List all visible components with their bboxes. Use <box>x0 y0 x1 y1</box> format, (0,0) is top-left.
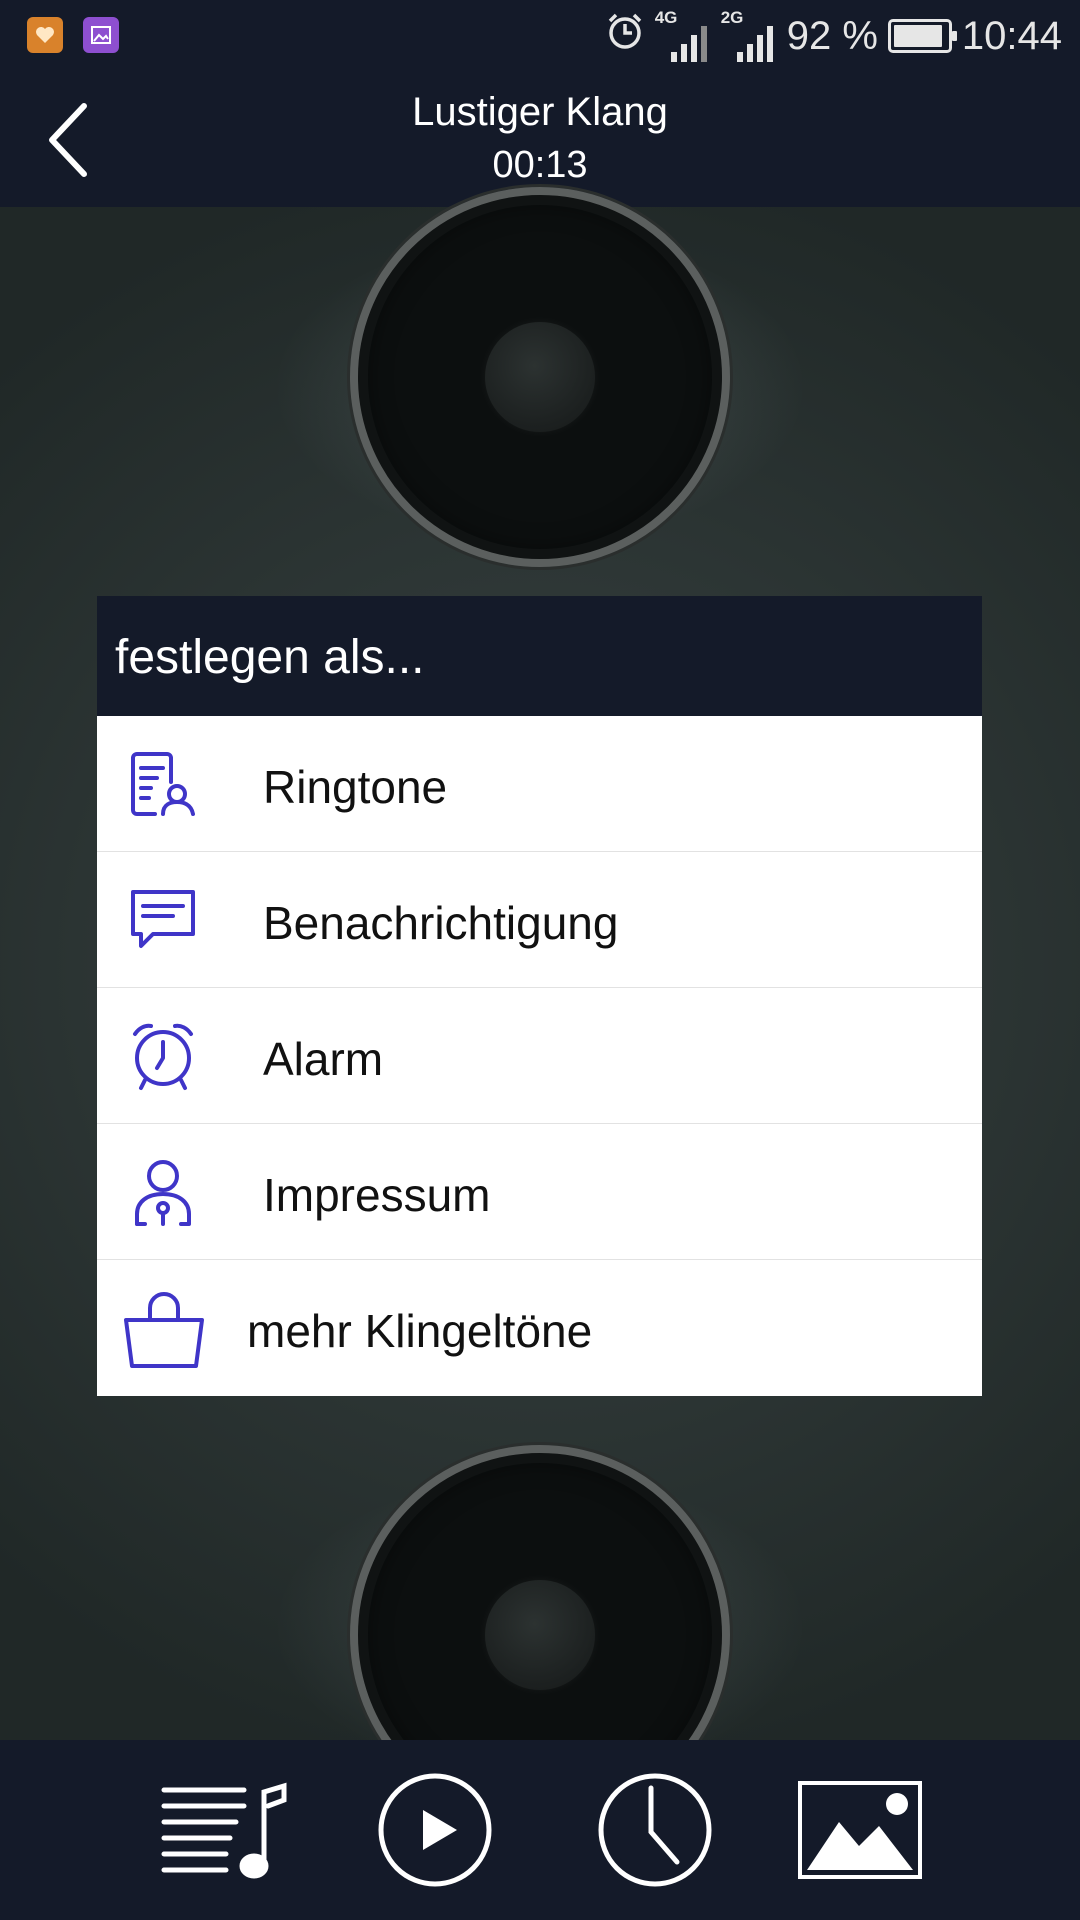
alarm-icon <box>605 11 645 61</box>
sound-duration: 00:13 <box>492 144 588 186</box>
clock: 10:44 <box>961 13 1062 58</box>
signal-2g-indicator: 2G <box>721 8 777 64</box>
bottom-toolbar <box>0 1740 1080 1920</box>
wallpaper-button[interactable] <box>795 1770 925 1890</box>
clock-icon <box>598 1773 712 1887</box>
image-icon <box>798 1781 922 1879</box>
option-alarm[interactable]: Alarm <box>97 988 982 1124</box>
option-label: Alarm <box>263 1033 384 1085</box>
battery-icon <box>887 19 957 53</box>
option-label: Impressum <box>263 1169 491 1221</box>
speaker-image-top <box>350 187 730 567</box>
battery-percent: 92 % <box>786 13 878 58</box>
message-icon <box>127 884 199 956</box>
option-label: Benachrichtigung <box>263 897 619 949</box>
contact-card-icon <box>127 748 199 820</box>
sound-title: Lustiger Klang <box>412 90 668 134</box>
person-icon <box>127 1156 199 1228</box>
gallery-app-icon <box>83 17 119 53</box>
option-more-ringtones[interactable]: mehr Klingeltöne <box>97 1260 982 1396</box>
option-label: Ringtone <box>263 761 448 813</box>
history-button[interactable] <box>590 1770 720 1890</box>
health-app-icon <box>27 17 63 53</box>
playlist-button[interactable] <box>160 1770 290 1890</box>
option-notification[interactable]: Benachrichtigung <box>97 852 982 988</box>
signal-icon <box>736 26 773 62</box>
playlist-icon <box>161 1782 287 1879</box>
set-as-dialog: festlegen als... Ringtone Benachrichtigu… <box>97 596 982 1396</box>
option-label: mehr Klingeltöne <box>247 1305 593 1357</box>
option-ringtone[interactable]: Ringtone <box>97 716 982 852</box>
play-icon <box>378 1773 492 1887</box>
alarm-clock-icon <box>127 1020 199 1092</box>
dialog-title: festlegen als... <box>97 596 982 716</box>
signal-icon <box>670 26 707 62</box>
status-bar: 4G 2G 92 % 10:44 <box>0 0 1080 72</box>
shopping-bag-icon <box>122 1292 204 1368</box>
option-impressum[interactable]: Impressum <box>97 1124 982 1260</box>
signal-4g-indicator: 4G <box>655 8 711 64</box>
play-button[interactable] <box>370 1770 500 1890</box>
